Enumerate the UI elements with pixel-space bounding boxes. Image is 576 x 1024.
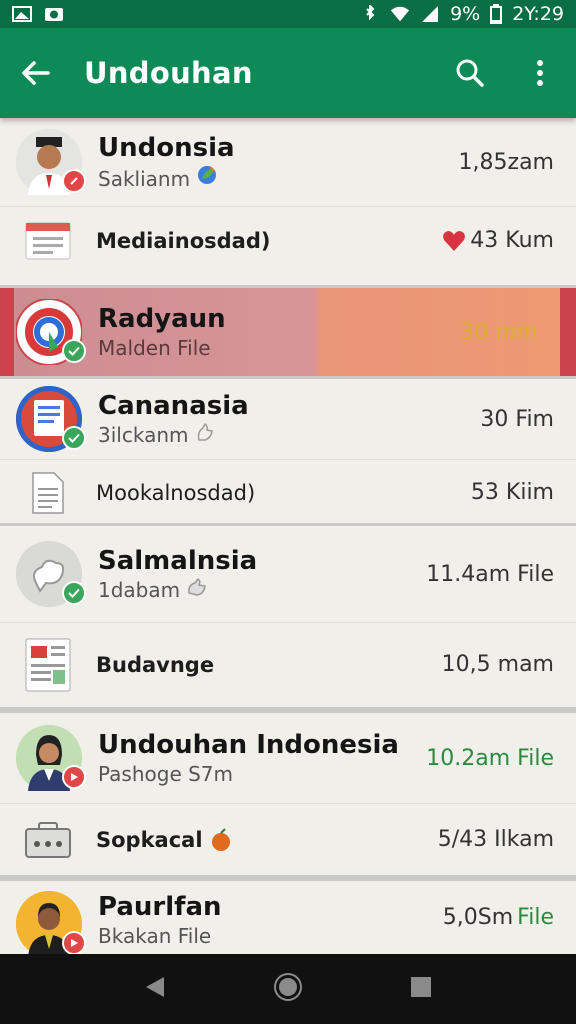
item-meta: 30 mm [460,319,538,345]
camera-notification-icon [45,8,63,21]
search-button[interactable] [452,55,488,91]
play-badge-icon [62,765,86,789]
nav-back-icon [145,977,164,997]
app-bar: Undouhan [0,28,576,118]
nav-recents-icon [411,977,432,997]
subitem-meta: 53 Kiim [470,480,554,505]
list-subitem[interactable]: Mediainosdad) 43 Kum [0,206,576,274]
heart-icon [443,230,466,251]
list-group: Cananasia 3ilckanm 30 Fim Mookalnosdad) … [0,376,576,526]
report-icon [25,638,71,691]
avatar [16,129,86,195]
toolbox-icon [25,821,71,858]
nav-back-button[interactable] [144,975,166,1003]
back-button[interactable] [18,55,54,91]
list-group: Undouhan Indonesia Pashoge S7m 10.2am Fi… [0,710,576,878]
subitem-meta: 43 Kum [442,228,554,253]
item-title: Paurlfan [98,892,222,922]
overflow-menu-icon [537,60,543,86]
subitem-title: Mookalnosdad) [96,480,256,505]
avatar [16,891,86,954]
avatar [16,725,86,791]
check-badge-icon [62,581,86,605]
avatar [16,541,86,607]
clock: 2Y:29 [512,3,564,25]
app-title: Undouhan [84,56,253,90]
subitem-title: Sopkacal [96,828,233,852]
subitem-meta: 5/43 Ilkam [437,827,554,852]
fruit-icon [211,827,230,851]
item-meta-file: File [517,905,554,930]
hand-icon [188,577,207,596]
list-group: Radyaun Malden File 30 mm [0,288,576,376]
list-item[interactable]: Paurlfan Bkakan File 5,0Sm File [0,881,576,954]
image-notification-icon [12,6,32,22]
battery-percent: 9% [450,3,481,25]
play-badge-icon [62,931,86,954]
play-badge-icon [62,169,86,193]
hand-icon [197,422,213,441]
avatar [16,386,86,452]
list-subitem[interactable]: Mookalnosdad) 53 Kiim [0,459,576,525]
search-icon [456,59,484,87]
nav-recents-button[interactable] [410,976,432,1002]
item-subtitle: 3ilckanm [98,422,249,448]
item-title: Undonsia [98,133,235,163]
list-item-selected[interactable]: Radyaun Malden File 30 mm [0,288,576,376]
item-meta: 1,85zam [458,149,554,175]
overflow-menu-button[interactable] [522,55,558,91]
system-nav-bar [0,954,576,1024]
item-title: Cananasia [98,391,249,421]
subitem-title: Budavnge [96,652,215,677]
nav-home-icon [273,973,302,1001]
list-item[interactable]: Undouhan Indonesia Pashoge S7m 10.2am Fi… [0,713,576,803]
document-icon [25,222,71,259]
leaf-icon [198,166,217,184]
file-icon [32,471,64,514]
item-subtitle: Bkakan File [98,924,212,948]
item-title: Radyaun [98,304,226,334]
list-group: Salmalnsia 1dabam 11.4am File Budavnge 1… [0,526,576,710]
avatar [15,298,86,366]
nav-home-button[interactable] [273,972,303,1006]
check-badge-icon [62,426,86,450]
item-subtitle: Saklianm [98,164,235,192]
item-subtitle: 1dabam [98,577,257,603]
list-subitem[interactable]: Budavnge 10,5 mam [0,622,576,706]
list-item[interactable]: Undonsia Saklianm 1,85zam [0,118,576,206]
item-meta: 11.4am File [426,561,554,587]
list-subitem[interactable]: Sopkacal 5/43 Ilkam [0,803,576,875]
wifi-icon [391,6,410,22]
subitem-title: Mediainosdad) [96,228,271,253]
check-badge-icon [62,339,86,363]
status-bar: 9% 2Y:29 [0,0,576,28]
item-subtitle: Malden File [98,336,211,360]
back-arrow-icon [22,61,50,85]
item-title: Salmalnsia [98,546,258,576]
battery-icon [490,4,503,24]
signal-icon [422,6,439,22]
list-group: Paurlfan Bkakan File 5,0Sm File [0,878,576,954]
list-item[interactable]: Cananasia 3ilckanm 30 Fim [0,379,576,459]
item-meta: 10.2am File [426,745,554,771]
bluetooth-icon [366,5,375,21]
list-group: Undonsia Saklianm 1,85zam Mediainosdad) … [0,118,576,288]
item-subtitle: Pashoge S7m [98,762,234,786]
item-title: Undouhan Indonesia [98,730,399,760]
list-item[interactable]: Salmalnsia 1dabam 11.4am File [0,526,576,622]
item-meta: 5,0Sm File [442,905,554,930]
download-list: Undonsia Saklianm 1,85zam Mediainosdad) … [0,118,576,954]
subitem-meta: 10,5 mam [441,652,554,677]
item-meta: 30 Fim [480,406,554,432]
